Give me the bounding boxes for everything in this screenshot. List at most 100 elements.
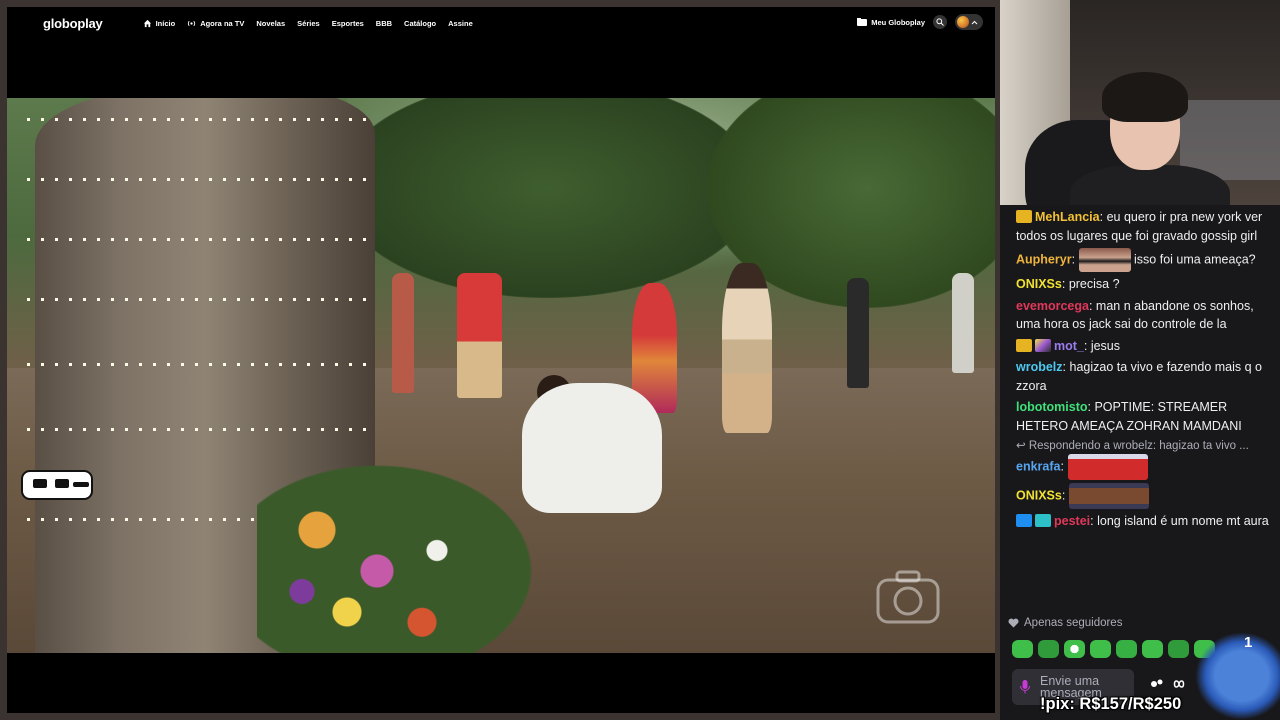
video-player[interactable] <box>7 98 995 653</box>
chat-username[interactable]: ONIXSs <box>1016 277 1062 291</box>
video-woman-walking <box>722 263 772 433</box>
meu-globoplay-link[interactable]: Meu Globoplay <box>857 18 925 27</box>
chat-username[interactable]: lobotomisto <box>1016 400 1088 414</box>
pix-goal-overlay: !pix: R$157/R$250 <box>1040 695 1182 713</box>
nav-label: Catálogo <box>404 18 437 28</box>
home-icon <box>143 19 151 27</box>
profile-menu-button[interactable] <box>955 14 983 30</box>
chat-separator: : <box>1060 459 1064 474</box>
microphone-icon[interactable] <box>1020 680 1030 694</box>
string-lights <box>27 178 377 181</box>
string-lights <box>27 428 377 431</box>
smiling-man-emote[interactable] <box>1069 483 1150 509</box>
string-lights <box>27 298 377 301</box>
video-background-person <box>392 273 414 393</box>
blue-mascot-overlay <box>1195 632 1280 720</box>
string-lights <box>27 238 377 241</box>
chat-message: pestei: long island é um nome mt aura <box>1016 512 1270 531</box>
green-emote-7[interactable] <box>1168 640 1189 658</box>
nav-label: Esportes <box>331 18 364 28</box>
green-emote-2[interactable] <box>1038 640 1059 658</box>
nav-right-actions: Meu Globoplay <box>857 14 983 30</box>
chat-message: Aupheryr: isso foi uma ameaça? <box>1016 248 1270 272</box>
player-frame: globoplay Início Agora na TV Novelas Sér… <box>0 0 1000 720</box>
quick-emote-bar <box>1012 640 1215 658</box>
chat-separator: : <box>1071 252 1079 267</box>
chat-username[interactable]: Aupheryr <box>1016 252 1072 266</box>
live-broadcast-icon <box>188 20 196 26</box>
string-lights <box>27 118 377 121</box>
folder-icon <box>857 18 868 26</box>
chat-username[interactable]: mot_ <box>1054 339 1084 353</box>
chat-separator: : <box>1061 488 1066 503</box>
chat-username[interactable]: wrobelz <box>1016 360 1063 374</box>
chat-text: precisa ? <box>1068 277 1120 291</box>
nav-assine[interactable]: Assine <box>448 19 473 28</box>
green-emote-5[interactable] <box>1116 640 1137 658</box>
chat-username[interactable]: MehLancia <box>1035 210 1100 224</box>
video-background-person <box>457 273 502 398</box>
webcam-streamer-hair <box>1102 72 1188 122</box>
camera-watermark-icon <box>876 570 940 624</box>
nav-catalogo[interactable]: Catálogo <box>404 19 436 28</box>
video-flower-altar <box>257 448 557 653</box>
nav-label: BBB <box>375 18 393 28</box>
chat-message: evemorcega: man n abandone os sonhos, um… <box>1016 297 1270 334</box>
bits-badge <box>1035 514 1051 527</box>
video-kneeling-man <box>522 383 662 513</box>
green-emote-3[interactable] <box>1064 640 1085 658</box>
chat-message: wrobelz: hagizao ta vivo e fazendo mais … <box>1016 358 1270 395</box>
reply-indicator[interactable]: ↩ Respondendo a wrobelz: hagizao ta vivo… <box>1016 438 1270 452</box>
red-shirt-man-emote[interactable] <box>1067 454 1148 480</box>
chat-message: enkrafa: <box>1016 454 1270 480</box>
nav-series[interactable]: Séries <box>297 19 320 28</box>
crown-badge <box>1016 210 1032 223</box>
nav-label: Agora na TV <box>200 18 245 28</box>
nav-bbb[interactable]: BBB <box>376 19 392 28</box>
green-emote-6[interactable] <box>1142 640 1163 658</box>
reply-arrow-icon: ↩ <box>1016 440 1029 452</box>
reply-text: Respondendo a wrobelz: hagizao ta vivo .… <box>1028 440 1249 452</box>
followers-only-notice: Apenas seguidores <box>1008 617 1122 629</box>
globoplay-window: globoplay Início Agora na TV Novelas Sér… <box>7 7 995 713</box>
search-button[interactable] <box>933 15 947 29</box>
emote-count-overlay: 1 <box>1244 634 1253 651</box>
green-emote-1[interactable] <box>1012 640 1033 658</box>
top-navigation: globoplay Início Agora na TV Novelas Sér… <box>7 7 995 39</box>
chat-text: long island é um nome mt aura <box>1097 514 1269 528</box>
bits-icon[interactable] <box>1150 678 1164 690</box>
chat-username[interactable]: pestei <box>1054 514 1090 528</box>
chat-message: MehLancia: eu quero ir pra new york ver … <box>1016 208 1270 245</box>
chat-separator: : <box>1061 277 1069 291</box>
chat-message: ONIXSs: precisa ? <box>1016 275 1270 294</box>
chat-username[interactable]: enkrafa <box>1016 459 1060 473</box>
sunglasses-face-emote[interactable] <box>1078 248 1131 272</box>
chat-username[interactable]: ONIXSs <box>1016 488 1062 502</box>
green-emote-4[interactable] <box>1090 640 1111 658</box>
search-icon <box>936 18 944 26</box>
nonbinary-badge <box>1035 338 1051 352</box>
infinity-icon[interactable] <box>1170 679 1188 689</box>
string-lights <box>27 363 377 366</box>
chat-input-actions <box>1150 678 1188 690</box>
nav-inicio[interactable]: Início <box>143 19 175 28</box>
chat-separator: : <box>1083 338 1091 353</box>
chat-separator: : <box>1088 298 1096 313</box>
chat-username[interactable]: evemorcega <box>1016 299 1089 313</box>
nav-novelas[interactable]: Novelas <box>256 19 285 28</box>
webcam-streamer-body <box>1070 165 1230 205</box>
streamer-webcam <box>1000 0 1280 205</box>
chevron-up-icon <box>971 20 978 24</box>
stream-overlay-logo <box>21 470 93 500</box>
profile-avatar-icon <box>957 16 969 28</box>
chat-separator: : <box>1062 360 1070 374</box>
chat-message: mot_: jesus <box>1016 337 1270 356</box>
globoplay-logo[interactable]: globoplay <box>43 16 103 31</box>
chat-text: jesus <box>1090 338 1121 353</box>
video-background-person <box>952 273 974 373</box>
nav-esportes[interactable]: Esportes <box>332 19 364 28</box>
followers-only-label: Apenas seguidores <box>1024 617 1123 629</box>
nav-agora-na-tv[interactable]: Agora na TV <box>187 19 244 28</box>
chat-separator: : <box>1099 210 1107 224</box>
heart-icon <box>1008 618 1019 628</box>
